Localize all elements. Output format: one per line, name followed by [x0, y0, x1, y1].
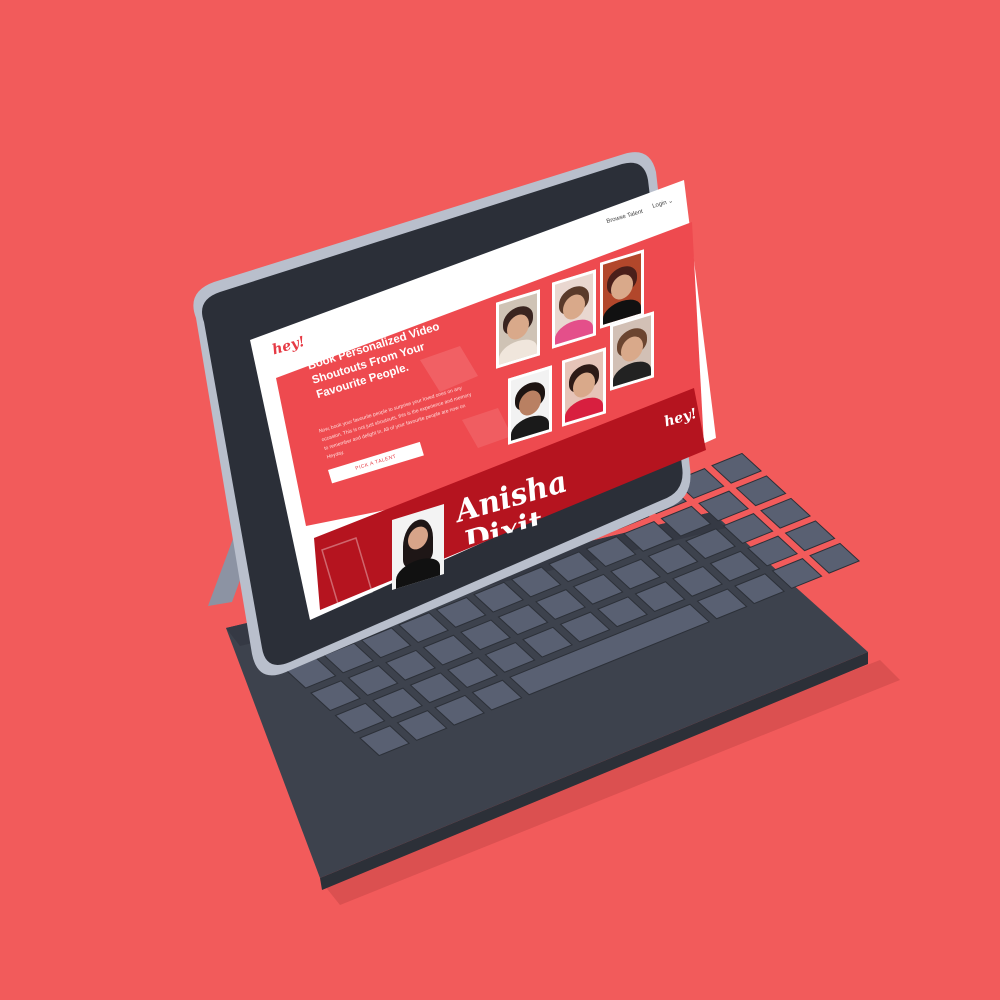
- talent-photo[interactable]: [496, 289, 540, 369]
- talent-photo[interactable]: [552, 269, 596, 349]
- talent-photo[interactable]: [508, 365, 552, 445]
- talent-photo[interactable]: [562, 347, 606, 427]
- talent-photo[interactable]: [610, 311, 654, 391]
- device-mockup-scene: hey! Browse Talent Login ⌄ Book Personal…: [0, 0, 1000, 1000]
